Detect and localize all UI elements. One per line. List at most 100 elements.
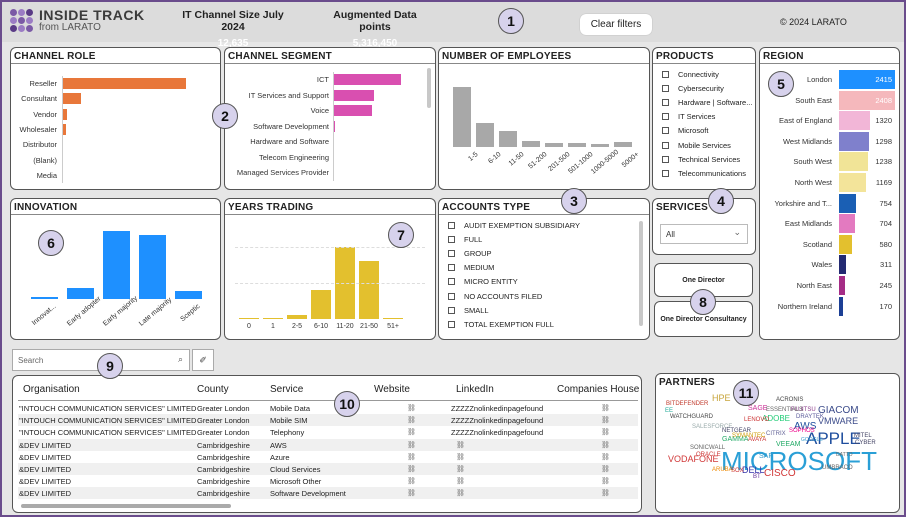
accounts_type-checkbox[interactable]: [448, 221, 455, 229]
products-option[interactable]: Connectivity: [653, 67, 755, 81]
partner-word[interactable]: SYMANTEC: [732, 433, 765, 439]
products-checkbox[interactable]: [662, 84, 669, 92]
channel_segment-bar[interactable]: [333, 74, 401, 85]
innovation-bar[interactable]: [67, 288, 94, 299]
channel_role-label[interactable]: Wholesaler: [13, 125, 57, 134]
employees-bar[interactable]: [545, 142, 563, 147]
partner-word[interactable]: ORACLE: [696, 452, 721, 458]
link-icon[interactable]: ⛓: [456, 465, 465, 473]
channel_role-bar[interactable]: [62, 78, 186, 89]
partner-word[interactable]: SAGE: [748, 405, 767, 412]
link-icon[interactable]: ⛓: [456, 453, 465, 461]
partner-word[interactable]: VMWARE: [818, 417, 858, 426]
employees-bar[interactable]: [499, 130, 517, 147]
link-icon[interactable]: ⛓: [601, 404, 610, 412]
products-checkbox[interactable]: [662, 70, 669, 78]
employees-bar[interactable]: [614, 142, 632, 147]
partner-word[interactable]: ARUBA: [712, 467, 733, 473]
products-checkbox[interactable]: [662, 98, 669, 106]
table-row[interactable]: [18, 438, 638, 451]
partner-word[interactable]: GOOGLE: [801, 438, 823, 443]
products-checkbox[interactable]: [662, 169, 669, 177]
accounts_type-option[interactable]: TOTAL EXEMPTION FULL: [439, 317, 649, 331]
partner-word[interactable]: BT: [753, 474, 761, 480]
region-label[interactable]: Yorkshire and T...: [760, 199, 832, 208]
employees-bar[interactable]: [476, 123, 494, 147]
table-cell[interactable]: &DEV LIMITED: [19, 453, 71, 462]
years_trading-bar[interactable]: [359, 261, 379, 319]
column-header[interactable]: Companies House: [557, 384, 639, 395]
channel_segment-bar[interactable]: [333, 89, 374, 101]
partner-word[interactable]: CYBER: [855, 440, 876, 446]
partner-word[interactable]: BITDEFENDER: [666, 401, 708, 407]
partner-word[interactable]: DRAYTEK: [796, 414, 824, 420]
region-label[interactable]: Wales: [760, 260, 832, 269]
partner-word[interactable]: EE: [665, 408, 673, 414]
channel_role-label[interactable]: Reseller: [13, 79, 57, 88]
link-icon[interactable]: ⛓: [407, 477, 416, 485]
accounts_type-checkbox[interactable]: [448, 292, 455, 300]
table-row[interactable]: [18, 475, 638, 488]
region-bar[interactable]: [839, 152, 868, 172]
link-icon[interactable]: ⛓: [407, 416, 416, 424]
partner-word[interactable]: HPE: [712, 394, 731, 403]
table-row[interactable]: [18, 450, 638, 463]
partner-word[interactable]: SONICWALL: [690, 445, 725, 451]
channel_role-label[interactable]: (Blank): [13, 156, 57, 165]
products-option[interactable]: Telecommunications: [653, 166, 755, 180]
column-header[interactable]: Organisation: [23, 384, 80, 395]
innovation-bar[interactable]: [139, 235, 166, 299]
table-cell[interactable]: &DEV LIMITED: [19, 477, 71, 486]
partner-word[interactable]: CITRIX: [766, 431, 786, 437]
eraser-icon[interactable]: ✐: [192, 349, 214, 371]
accounts_type-option[interactable]: NO ACCOUNTS FILED: [439, 289, 649, 303]
segment-scrollbar[interactable]: [427, 68, 431, 108]
partner-word[interactable]: WATCHGUARD: [670, 414, 713, 420]
accounts_type-option[interactable]: SMALL: [439, 303, 649, 317]
partner-word[interactable]: UMBRACO: [822, 465, 853, 471]
column-header[interactable]: Service: [270, 384, 303, 395]
channel_segment-label[interactable]: Software Development: [227, 122, 329, 131]
accounts_type-checkbox[interactable]: [448, 306, 455, 314]
products-checkbox[interactable]: [662, 141, 669, 149]
employees-bar[interactable]: [568, 142, 586, 147]
partner-word[interactable]: SOX: [731, 468, 744, 474]
partner-word[interactable]: GIACOM: [818, 406, 859, 416]
channel_role-bar[interactable]: [62, 93, 81, 105]
table-cell[interactable]: &DEV LIMITED: [19, 441, 71, 450]
column-header[interactable]: Website: [374, 384, 410, 395]
years_trading-bar[interactable]: [311, 290, 331, 319]
link-icon[interactable]: ⛓: [407, 489, 416, 497]
employees-bar[interactable]: [591, 144, 609, 147]
table-cell[interactable]: "INTOUCH COMMUNICATION SERVICES" LIMITED: [19, 404, 196, 413]
services-dropdown[interactable]: All ⌄: [660, 224, 748, 244]
link-icon[interactable]: ⛓: [456, 477, 465, 485]
link-icon[interactable]: ⛓: [456, 489, 465, 497]
products-option[interactable]: Technical Services: [653, 152, 755, 166]
region-bar[interactable]: [839, 255, 847, 275]
years_trading-bar[interactable]: [239, 318, 259, 319]
employees-bar[interactable]: [453, 87, 471, 147]
accounts_type-option[interactable]: MEDIUM: [439, 261, 649, 275]
link-icon[interactable]: ⛓: [407, 453, 416, 461]
partner-word[interactable]: DATTO: [836, 453, 852, 458]
innovation-bar[interactable]: [31, 296, 58, 299]
partner-word[interactable]: LENOVO: [744, 417, 769, 423]
products-checkbox[interactable]: [662, 155, 669, 163]
years_trading-bar[interactable]: [287, 315, 307, 319]
region-label[interactable]: Northern Ireland: [760, 302, 832, 311]
channel_role-label[interactable]: Vendor: [13, 110, 57, 119]
column-header[interactable]: LinkedIn: [456, 384, 494, 395]
region-bar[interactable]: [839, 193, 857, 213]
region-label[interactable]: East Midlands: [760, 219, 832, 228]
innovation-bar[interactable]: [103, 231, 130, 299]
region-bar[interactable]: [839, 296, 843, 316]
column-header[interactable]: County: [197, 384, 229, 395]
link-icon[interactable]: ⛓: [601, 465, 610, 473]
years_trading-bar[interactable]: [263, 318, 283, 319]
link-icon[interactable]: ⛓: [456, 441, 465, 449]
region-bar[interactable]: [839, 214, 856, 234]
products-option[interactable]: Cybersecurity: [653, 81, 755, 95]
channel_segment-bar[interactable]: [333, 105, 373, 116]
table-cell[interactable]: "INTOUCH COMMUNICATION SERVICES" LIMITED: [19, 428, 196, 437]
